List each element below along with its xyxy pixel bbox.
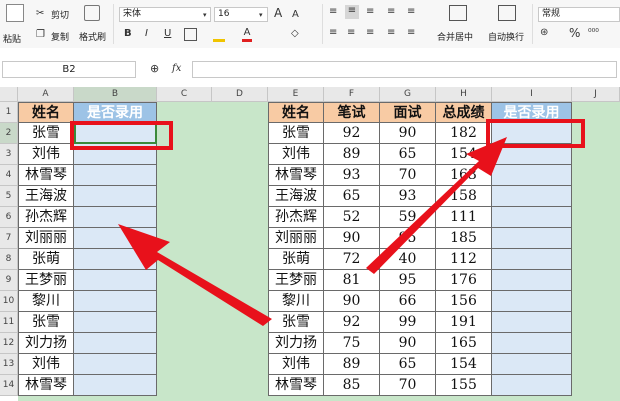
format-painter-button[interactable]: 格式刷	[79, 30, 106, 43]
chevron-down-icon[interactable]: ▾	[203, 9, 207, 21]
spreadsheet-grid: ABCDEFGHIJ 1 2 3 4 5 6 7 8 9 10 11 12 13 14 姓名 是否录用 张雪刘…	[0, 81, 620, 401]
paste-icon[interactable]	[6, 4, 24, 22]
ribbon-divider	[322, 4, 323, 44]
align-right-icon[interactable]: ≡	[366, 27, 374, 39]
bold-button[interactable]: B	[124, 28, 132, 40]
merge-center-icon[interactable]	[449, 5, 467, 21]
thousands-icon[interactable]: ⁰⁰⁰	[588, 27, 599, 39]
font-color-icon[interactable]: A	[242, 27, 252, 42]
merge-center-button[interactable]: 合并居中	[437, 30, 473, 43]
highlight-box-right	[486, 119, 585, 148]
align-left-icon[interactable]: ≡	[329, 27, 337, 39]
justify-icon[interactable]: ≡	[387, 27, 395, 39]
formula-input[interactable]	[192, 61, 617, 78]
name-box[interactable]: B2	[2, 61, 136, 78]
ribbon-divider	[532, 4, 533, 44]
wrap-text-button[interactable]: 自动换行	[488, 30, 524, 43]
distribute-icon[interactable]: ≡	[407, 27, 415, 39]
align-middle-icon[interactable]: ≡	[345, 5, 359, 19]
number-format-select[interactable]: 常规	[538, 7, 620, 22]
font-name-select[interactable]: 宋体	[119, 7, 211, 22]
zoom-icon[interactable]: ⊕	[150, 63, 159, 75]
arrow-right	[366, 137, 507, 274]
copy-button[interactable]: 复制	[51, 30, 69, 43]
chevron-down-icon[interactable]: ▾	[259, 9, 263, 21]
percent-button[interactable]: %	[569, 27, 580, 39]
currency-icon[interactable]: ⊛	[540, 27, 548, 39]
ribbon-toolbar: 粘贴 ✂ 剪切 ❐ 复制 格式刷 宋体 ▾ 16 ▾ A A B I U A ◇…	[0, 0, 620, 48]
ribbon-divider	[113, 4, 114, 44]
align-top-icon[interactable]: ≡	[329, 6, 337, 18]
italic-button[interactable]: I	[145, 28, 148, 40]
scissors-icon[interactable]: ✂	[36, 8, 44, 20]
align-bottom-icon[interactable]: ≡	[366, 6, 374, 18]
outdent-icon[interactable]: ≡	[407, 6, 415, 18]
fx-icon[interactable]: fx	[172, 63, 181, 75]
eraser-icon[interactable]: ◇	[291, 28, 299, 40]
fill-color-icon[interactable]	[213, 28, 225, 42]
indent-icon[interactable]: ≡	[387, 6, 395, 18]
underline-button[interactable]: U	[164, 28, 171, 40]
cut-button[interactable]: 剪切	[51, 8, 69, 21]
formula-bar: B2 ⊕ fx	[0, 59, 620, 81]
wrap-text-icon[interactable]	[498, 5, 516, 21]
highlight-box-left	[70, 121, 173, 150]
paste-button[interactable]: 粘贴	[3, 32, 21, 45]
arrow-left	[118, 224, 272, 326]
shrink-font-icon[interactable]: A	[292, 9, 299, 21]
format-painter-icon[interactable]	[84, 5, 100, 21]
align-center-icon[interactable]: ≡	[347, 27, 355, 39]
grow-font-icon[interactable]: A	[274, 7, 282, 19]
border-icon[interactable]	[184, 28, 197, 41]
copy-icon[interactable]: ❐	[36, 29, 45, 41]
